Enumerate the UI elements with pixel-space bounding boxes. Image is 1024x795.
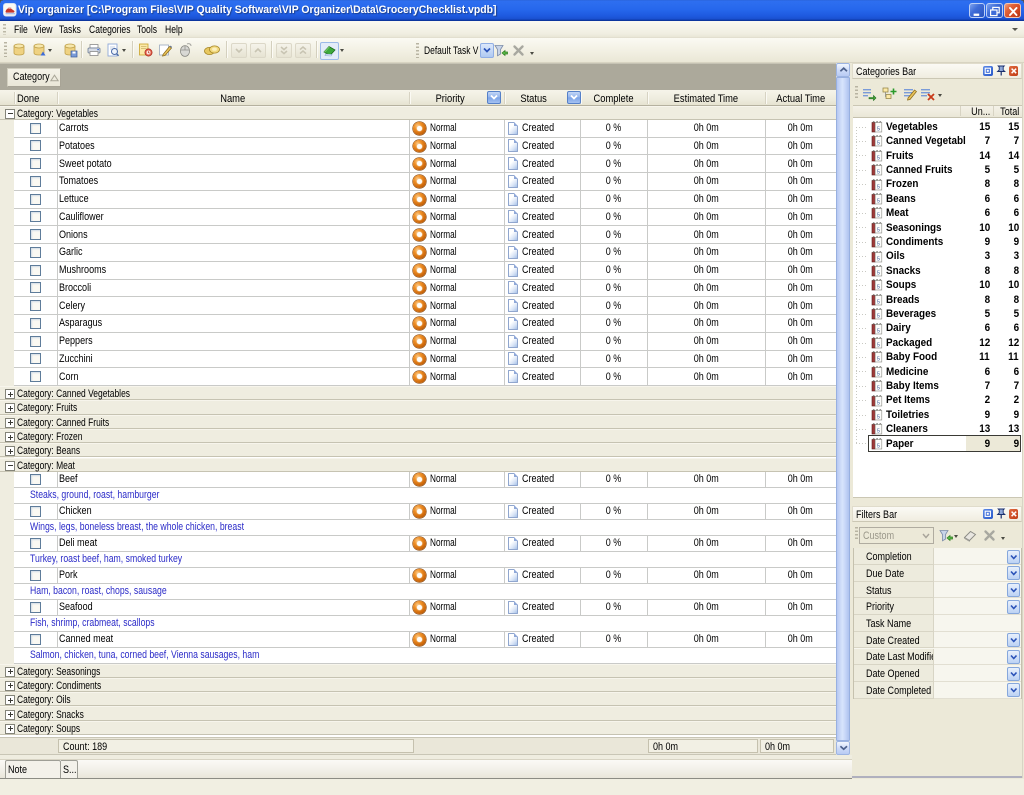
svg-text:5: 5 <box>876 198 879 204</box>
svg-text:5: 5 <box>876 270 879 276</box>
svg-text:5: 5 <box>876 357 879 363</box>
svg-text:5: 5 <box>876 443 879 449</box>
svg-text:5: 5 <box>876 285 879 291</box>
svg-text:5: 5 <box>876 342 879 348</box>
svg-text:5: 5 <box>876 169 879 175</box>
svg-text:5: 5 <box>876 227 879 233</box>
svg-text:5: 5 <box>876 400 879 406</box>
svg-text:5: 5 <box>876 155 879 161</box>
svg-text:5: 5 <box>876 126 879 132</box>
svg-text:5: 5 <box>876 213 879 219</box>
svg-text:5: 5 <box>876 184 879 190</box>
svg-text:5: 5 <box>876 313 879 319</box>
svg-text:5: 5 <box>876 414 879 420</box>
svg-text:5: 5 <box>876 429 879 435</box>
svg-text:5: 5 <box>876 385 879 391</box>
svg-text:5: 5 <box>876 256 879 262</box>
svg-text:5: 5 <box>876 371 879 377</box>
svg-text:5: 5 <box>876 299 879 305</box>
svg-text:5: 5 <box>876 241 879 247</box>
svg-text:5: 5 <box>876 328 879 334</box>
svg-text:5: 5 <box>876 141 879 147</box>
